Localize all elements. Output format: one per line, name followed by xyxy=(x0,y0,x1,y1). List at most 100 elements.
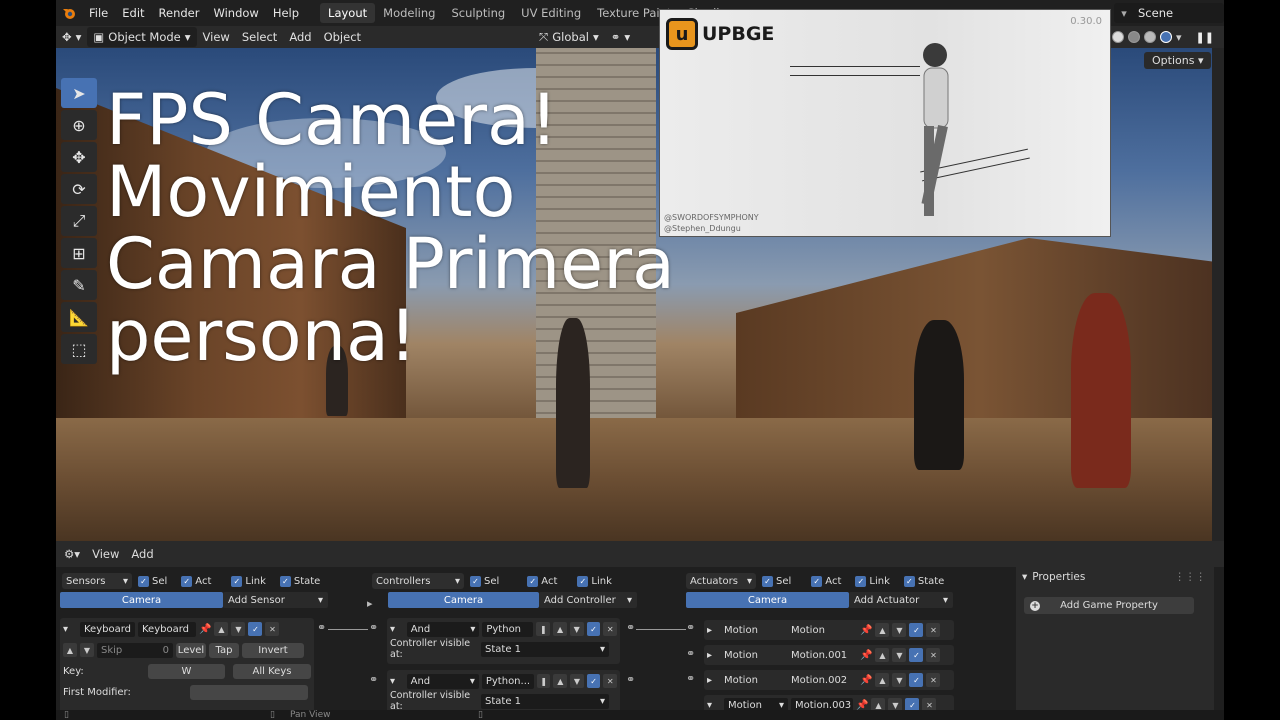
select-tool-icon[interactable]: ➤ xyxy=(61,78,97,108)
scene-selector[interactable]: ▾ Scene xyxy=(1114,3,1224,23)
move-down-icon[interactable]: ▼ xyxy=(892,673,907,687)
link-icon[interactable]: ⚭ xyxy=(626,673,635,686)
sensor-type-dropdown[interactable]: Keyboard xyxy=(80,621,135,637)
controller-active-checkbox[interactable]: ✓ xyxy=(586,622,601,636)
controller-name-field[interactable]: Python... xyxy=(481,673,534,689)
move-down-icon[interactable]: ▼ xyxy=(892,623,907,637)
material-shading-icon[interactable] xyxy=(1144,31,1156,43)
pin-icon[interactable]: 📌 xyxy=(856,700,868,711)
collapse-arrow-icon[interactable]: ▾ xyxy=(390,624,404,635)
pin-icon[interactable]: 📌 xyxy=(860,650,872,661)
bookmark-icon[interactable]: ❚ xyxy=(536,622,551,636)
vp-menu-object[interactable]: Object xyxy=(318,27,367,47)
editor-type-icon[interactable]: ⚙▾ xyxy=(64,547,80,561)
collapse-arrow-icon[interactable]: ▾ xyxy=(63,624,77,635)
vp-menu-view[interactable]: View xyxy=(197,27,236,47)
move-tool-icon[interactable]: ✥ xyxy=(61,142,97,172)
controller-type-dropdown[interactable]: And ▾ xyxy=(406,673,479,689)
move-up-icon[interactable]: ▲ xyxy=(214,622,229,636)
sensors-link-checkbox[interactable]: ✓ Link xyxy=(231,575,266,587)
remove-actuator-icon[interactable]: ✕ xyxy=(926,623,941,637)
key-field[interactable]: W xyxy=(148,663,225,679)
move-down-icon[interactable]: ▼ xyxy=(569,622,584,636)
tab-modeling[interactable]: Modeling xyxy=(375,3,443,23)
remove-sensor-icon[interactable]: ✕ xyxy=(265,622,280,636)
link-icon[interactable]: ⚭ xyxy=(626,621,635,634)
remove-controller-icon[interactable]: ✕ xyxy=(603,622,618,636)
tap-button[interactable]: Tap xyxy=(209,642,239,658)
pin-icon[interactable]: 📌 xyxy=(199,624,211,635)
logic-menu-add[interactable]: Add xyxy=(131,547,153,561)
drag-handle-icon[interactable]: ⋮⋮⋮ xyxy=(1175,571,1207,583)
measure-tool-icon[interactable]: 📐 xyxy=(61,302,97,332)
move-up-icon[interactable]: ▲ xyxy=(553,674,568,688)
add-sensor-dropdown[interactable]: Add Sensor ▾ xyxy=(223,592,328,608)
controller-type-dropdown[interactable]: And ▾ xyxy=(406,621,480,637)
logic-menu-view[interactable]: View xyxy=(92,547,119,561)
rotate-tool-icon[interactable]: ⟳ xyxy=(61,174,97,204)
object-mode-dropdown[interactable]: ▣ Object Mode ▾ xyxy=(87,27,197,47)
actuators-act-checkbox[interactable]: ✓ Act xyxy=(811,575,841,587)
transform-tool-icon[interactable]: ⊞ xyxy=(61,238,97,268)
actuators-link-checkbox[interactable]: ✓ Link xyxy=(855,575,890,587)
annotate-tool-icon[interactable]: ✎ xyxy=(61,270,97,300)
actuators-state-checkbox[interactable]: ✓ State xyxy=(903,575,944,587)
link-icon[interactable]: ⚭ xyxy=(317,621,326,634)
transform-orientation-dropdown[interactable]: ⤧ Global ▾ xyxy=(533,27,605,47)
controllers-filter-dropdown[interactable]: Controllers ▾ xyxy=(372,573,464,589)
sensors-object-camera[interactable]: Camera xyxy=(60,592,223,608)
menu-help[interactable]: Help xyxy=(266,0,306,26)
move-down-icon[interactable]: ▼ xyxy=(892,648,907,662)
collapse-arrow-icon[interactable]: ▾ xyxy=(390,676,404,687)
skip-field[interactable]: Skip 0 xyxy=(97,642,173,658)
remove-actuator-icon[interactable]: ✕ xyxy=(926,673,941,687)
cursor-tool-icon[interactable]: ⊕ xyxy=(61,110,97,140)
controllers-act-checkbox[interactable]: ✓ Act xyxy=(527,575,557,587)
sensors-sel-checkbox[interactable]: ✓ Sel xyxy=(138,575,167,587)
actuators-filter-dropdown[interactable]: Actuators ▾ xyxy=(686,573,756,589)
menu-window[interactable]: Window xyxy=(206,0,265,26)
add-controller-dropdown[interactable]: Add Controller ▾ xyxy=(539,592,637,608)
move-up-icon[interactable]: ▲ xyxy=(553,622,567,636)
bookmark-icon[interactable]: ❚ xyxy=(536,674,551,688)
menu-edit[interactable]: Edit xyxy=(115,0,151,26)
actuators-sel-checkbox[interactable]: ✓ Sel xyxy=(762,575,791,587)
controller-state-dropdown[interactable]: State 1 ▾ xyxy=(481,693,609,709)
controllers-sel-checkbox[interactable]: ✓ Sel xyxy=(470,575,499,587)
add-game-property-button[interactable]: + Add Game Property xyxy=(1024,597,1194,614)
controllers-link-checkbox[interactable]: ✓ Link xyxy=(577,575,612,587)
actuator-active-checkbox[interactable]: ✓ xyxy=(909,673,924,687)
invert-button[interactable]: Invert xyxy=(242,642,304,658)
move-up-icon[interactable]: ▲ xyxy=(875,648,890,662)
remove-controller-icon[interactable]: ✕ xyxy=(603,674,617,688)
link-icon[interactable]: ⚭ xyxy=(369,621,378,634)
add-cube-tool-icon[interactable]: ⬚ xyxy=(61,334,97,364)
move-down-icon[interactable]: ▼ xyxy=(570,674,584,688)
vp-menu-select[interactable]: Select xyxy=(236,27,283,47)
move-up-icon[interactable]: ▲ xyxy=(875,623,890,637)
tab-layout[interactable]: Layout xyxy=(320,3,376,23)
link-icon[interactable]: ⚭ xyxy=(686,621,695,634)
link-icon[interactable]: ⚭ xyxy=(369,673,378,686)
pause-icon[interactable]: ❚❚ xyxy=(1196,31,1214,44)
controller-active-checkbox[interactable]: ✓ xyxy=(586,674,601,688)
actuators-object-camera[interactable]: Camera xyxy=(686,592,849,608)
link-icon[interactable]: ⚭ xyxy=(686,647,695,660)
vp-menu-add[interactable]: Add xyxy=(283,27,317,47)
menu-render[interactable]: Render xyxy=(152,0,207,26)
sensor-active-checkbox[interactable]: ✓ xyxy=(248,622,263,636)
remove-actuator-icon[interactable]: ✕ xyxy=(926,648,941,662)
actuator-active-checkbox[interactable]: ✓ xyxy=(909,648,924,662)
actuator-active-checkbox[interactable]: ✓ xyxy=(909,623,924,637)
first-modifier-field[interactable] xyxy=(190,684,308,700)
controllers-object-camera[interactable]: Camera xyxy=(388,592,539,608)
chevron-down-icon[interactable]: ▾ xyxy=(1176,31,1182,44)
pin-icon[interactable]: 📌 xyxy=(860,675,872,686)
sensor-name-field[interactable]: Keyboard xyxy=(138,621,196,637)
sensors-state-checkbox[interactable]: ✓ State xyxy=(279,575,320,587)
sensors-act-checkbox[interactable]: ✓ Act xyxy=(181,575,211,587)
options-dropdown[interactable]: Options ▾ xyxy=(1144,52,1212,69)
sensors-filter-dropdown[interactable]: Sensors ▾ xyxy=(62,573,132,589)
properties-header[interactable]: ▾ Properties ⋮⋮⋮ xyxy=(1016,567,1214,587)
controller-state-dropdown[interactable]: State 1 ▾ xyxy=(481,641,609,657)
